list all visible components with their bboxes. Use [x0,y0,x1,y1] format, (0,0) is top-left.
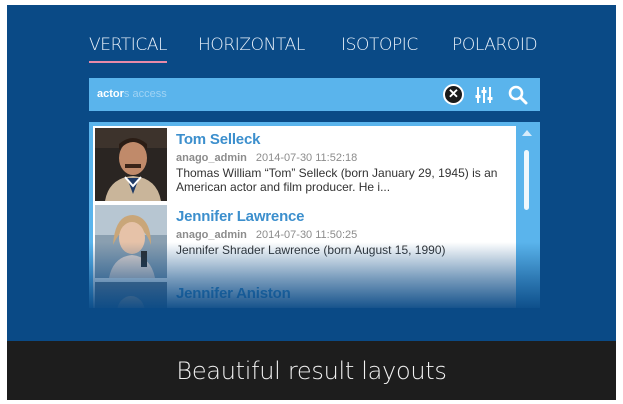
result-author: anago_admin [176,229,247,241]
result-date: 2014-07-30 11:50:25 [255,229,358,241]
result-description: Thomas William “Tom” Selleck (born Janua… [176,166,498,194]
tab-vertical[interactable]: VERTICAL [89,35,168,63]
scroll-thumb[interactable] [524,150,529,210]
results-scrollbar[interactable] [518,126,536,304]
result-description: Jennifer Shrader Lawrence (born August 1… [176,243,446,257]
result-thumbnail [95,128,167,201]
tab-polaroid[interactable]: POLAROID [452,35,538,55]
result-title[interactable]: Jennifer Aniston [176,285,291,302]
demo-stage: VERTICAL HORIZONTAL ISOTOPIC POLAROID ac… [7,5,616,400]
search-bar: actors access ✕ [89,78,540,111]
result-author: anago_admin [176,152,247,164]
result-date: 2014-07-30 11:52:18 [255,152,358,164]
scroll-up-arrow-icon[interactable] [522,130,532,136]
search-button[interactable] [507,84,529,106]
result-item[interactable]: Jennifer Lawrence anago_admin 2014-07-30 … [93,203,516,278]
result-thumbnail [95,282,167,308]
filter-sliders-icon [475,87,493,103]
result-item[interactable]: Tom Selleck anago_admin 2014-07-30 11:52:… [93,126,516,201]
caption-text: Beautiful result layouts [176,356,447,385]
tab-horizontal[interactable]: HORIZONTAL [198,35,305,55]
filter-button[interactable] [473,84,495,106]
clear-search-button[interactable]: ✕ [443,84,464,105]
results-list: Tom Selleck anago_admin 2014-07-30 11:52:… [93,126,516,308]
tab-isotopic[interactable]: ISOTOPIC [341,35,418,55]
result-meta: anago_admin 2014-07-30 11:50:25 [176,229,357,241]
close-icon: ✕ [448,86,459,101]
results-panel: Tom Selleck anago_admin 2014-07-30 11:52:… [89,122,540,308]
search-input[interactable]: actors access [97,88,167,100]
search-icon [508,85,528,105]
result-item[interactable]: Jennifer Aniston [93,280,516,308]
result-thumbnail [95,205,167,278]
layout-tabs: VERTICAL HORIZONTAL ISOTOPIC POLAROID [89,35,549,65]
result-meta: anago_admin 2014-07-30 11:52:18 [176,152,357,164]
result-title[interactable]: Tom Selleck [176,131,260,148]
search-typed-text: actor [97,88,124,100]
result-title[interactable]: Jennifer Lawrence [176,208,305,225]
search-autocomplete-hint: s access [123,88,167,100]
caption-bar: Beautiful result layouts [7,341,616,400]
